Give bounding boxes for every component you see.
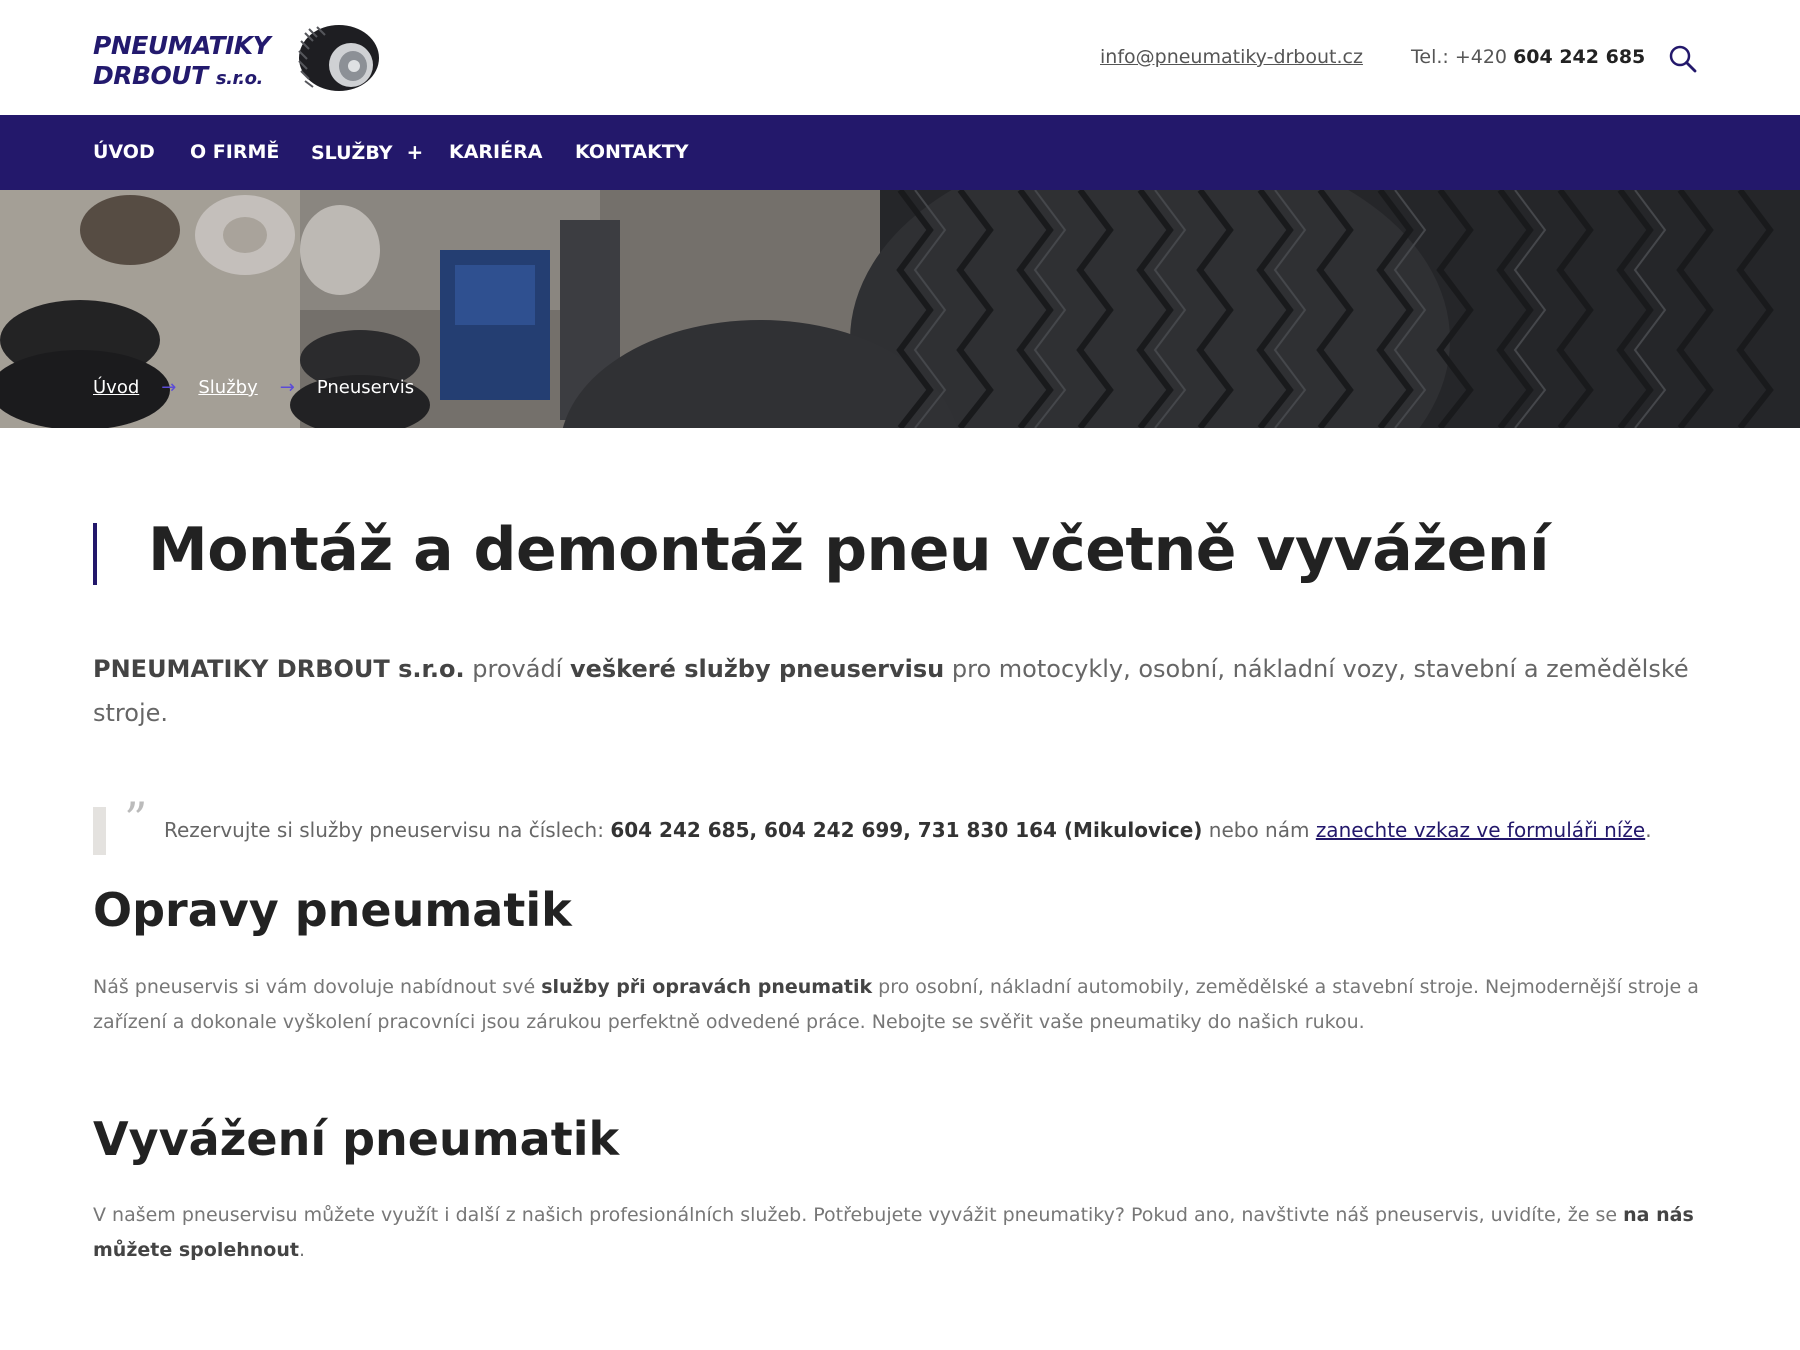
page-title: Montáž a demontáž pneu včetně vyvážení bbox=[148, 515, 1550, 585]
logo-line2-name: DRBOUT bbox=[93, 61, 208, 90]
nav-item-kontakty[interactable]: KONTAKTY bbox=[575, 115, 689, 190]
phone-contact[interactable]: Tel.: +420 604 242 685 bbox=[1411, 46, 1645, 68]
balancing-text1: V našem pneuservisu můžete využít i dalš… bbox=[93, 1204, 1624, 1226]
nav-item-sluzby-label: SLUŽBY bbox=[311, 142, 393, 164]
logo-suffix: s.r.o. bbox=[215, 68, 263, 89]
search-icon[interactable] bbox=[1668, 44, 1698, 74]
repairs-bold: služby při opravách pneumatik bbox=[541, 976, 873, 998]
hero-banner-image: Úvod → Služby → Pneuservis bbox=[0, 190, 1800, 428]
repairs-text1: Náš pneuservis si vám dovoluje nabídnout… bbox=[93, 976, 542, 998]
breadcrumb-services-link[interactable]: Služby bbox=[198, 377, 257, 398]
phone-prefix: Tel.: +420 bbox=[1411, 46, 1514, 68]
tire-logo-icon bbox=[298, 25, 379, 91]
quote-text1: Rezervujte si služby pneuservisu na čísl… bbox=[164, 818, 611, 842]
lead-paragraph: PNEUMATIKY DRBOUT s.r.o. provádí veškeré… bbox=[93, 647, 1713, 735]
lead-text1: provádí bbox=[464, 655, 570, 683]
contact-form-link[interactable]: zanechte vzkaz ve formuláři níže bbox=[1316, 818, 1645, 842]
logo-line2: DRBOUT s.r.o. bbox=[93, 61, 270, 94]
quote-text2: nebo nám bbox=[1202, 818, 1316, 842]
breadcrumb: Úvod → Služby → Pneuservis bbox=[93, 377, 414, 398]
phone-number: 604 242 685 bbox=[1513, 46, 1646, 68]
arrow-right-icon: → bbox=[161, 377, 177, 398]
site-header: PNEUMATIKY DRBOUT s.r.o. info@pneumatiky… bbox=[0, 0, 1800, 115]
nav-item-kariera[interactable]: KARIÉRA bbox=[449, 115, 542, 190]
quote-mark-icon: ” bbox=[124, 792, 148, 846]
main-navigation: ÚVOD O FIRMĚ SLUŽBY + KARIÉRA KONTAKTY bbox=[0, 115, 1800, 190]
title-accent-bar bbox=[93, 523, 97, 585]
lead-bold: veškeré služby pneuservisu bbox=[569, 655, 945, 683]
quote-bar bbox=[93, 807, 106, 855]
breadcrumb-home-link[interactable]: Úvod bbox=[93, 377, 139, 398]
section-text-repairs: Náš pneuservis si vám dovoluje nabídnout… bbox=[93, 970, 1713, 1040]
logo-text: PNEUMATIKY DRBOUT s.r.o. bbox=[93, 31, 271, 94]
logo-line1: PNEUMATIKY bbox=[93, 31, 271, 60]
email-link[interactable]: info@pneumatiky-drbout.cz bbox=[1100, 46, 1363, 68]
section-text-balancing: V našem pneuservisu můžete využít i dalš… bbox=[93, 1198, 1713, 1268]
quote-phone-numbers: 604 242 685, 604 242 699, 731 830 164 (M… bbox=[610, 818, 1203, 842]
nav-item-o-firme[interactable]: O FIRMĚ bbox=[190, 115, 279, 190]
arrow-right-icon: → bbox=[279, 377, 295, 398]
breadcrumb-current: Pneuservis bbox=[316, 377, 415, 398]
nav-item-uvod[interactable]: ÚVOD bbox=[93, 115, 155, 190]
quote-end: . bbox=[1645, 818, 1652, 842]
lead-company: PNEUMATIKY DRBOUT s.r.o. bbox=[93, 655, 465, 683]
expand-plus-icon[interactable]: + bbox=[407, 140, 424, 164]
company-logo[interactable]: PNEUMATIKY DRBOUT s.r.o. bbox=[93, 25, 381, 91]
balancing-end: . bbox=[298, 1239, 305, 1261]
nav-item-sluzby[interactable]: SLUŽBY + bbox=[311, 115, 423, 190]
section-heading-balancing: Vyvážení pneumatik bbox=[93, 1112, 620, 1166]
reservation-quote: Rezervujte si služby pneuservisu na čísl… bbox=[164, 818, 1652, 842]
section-heading-repairs: Opravy pneumatik bbox=[93, 883, 572, 937]
